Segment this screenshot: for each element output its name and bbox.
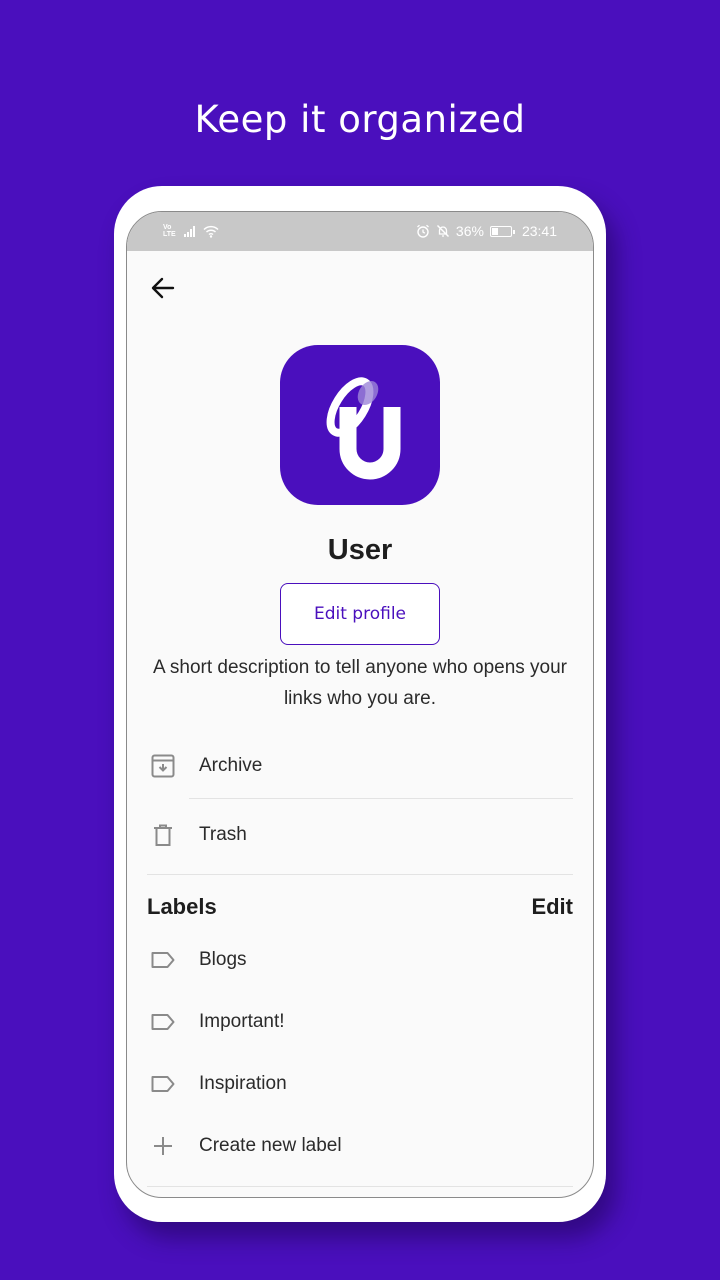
edit-profile-button[interactable]: Edit profile [280, 583, 440, 645]
create-label-text: Create new label [199, 1135, 342, 1156]
trash-icon [149, 821, 177, 849]
menu-item-archive[interactable]: Archive [127, 736, 593, 796]
back-button[interactable] [149, 274, 177, 302]
label-item-inspiration[interactable]: Inspiration [127, 1054, 593, 1114]
menu-item-trash[interactable]: Trash [127, 805, 593, 865]
status-bar-left: Vo LTE [163, 224, 219, 238]
battery-icon [489, 225, 515, 237]
app-logo [280, 345, 440, 505]
labels-edit-button[interactable]: Edit [531, 894, 573, 920]
label-item-text: Blogs [199, 949, 247, 970]
divider [147, 1186, 573, 1187]
label-tag-icon [149, 946, 177, 974]
notifications-off-icon [436, 225, 449, 237]
alarm-icon [416, 224, 429, 238]
signal-icon [183, 225, 195, 237]
battery-percent: 36% [455, 223, 484, 239]
clock-time: 23:41 [521, 223, 557, 239]
label-tag-icon [149, 1008, 177, 1036]
wifi-icon [203, 225, 219, 238]
phone-screen: Vo LTE 36% 23:41 User Edit profile A sho… [126, 211, 594, 1198]
volte-bottom-text: LTE [163, 231, 176, 238]
status-bar-right: 36% 23:41 [416, 223, 557, 239]
archive-label: Archive [199, 755, 263, 776]
label-item-blogs[interactable]: Blogs [127, 930, 593, 990]
u-logo-icon [326, 377, 401, 480]
label-item-text: Inspiration [199, 1073, 287, 1094]
labels-heading: Labels [147, 894, 217, 919]
label-item-important[interactable]: Important! [127, 992, 593, 1052]
label-tag-icon [149, 1070, 177, 1098]
divider [189, 798, 573, 799]
create-label-button[interactable]: Create new label [127, 1116, 593, 1176]
archive-icon [149, 752, 177, 780]
trash-label: Trash [199, 824, 247, 845]
profile-username: User [327, 534, 393, 566]
status-bar: Vo LTE 36% 23:41 [127, 212, 593, 251]
plus-icon [149, 1132, 177, 1160]
volte-indicator: Vo LTE [163, 224, 176, 238]
label-item-text: Important! [199, 1011, 285, 1032]
profile-description: A short description to tell anyone who o… [152, 657, 568, 709]
phone-frame: Vo LTE 36% 23:41 User Edit profile A sho… [114, 186, 606, 1222]
volte-top-text: Vo [163, 224, 172, 231]
divider [147, 874, 573, 875]
page-headline: Keep it organized [194, 98, 526, 141]
arrow-back-icon [151, 277, 175, 299]
